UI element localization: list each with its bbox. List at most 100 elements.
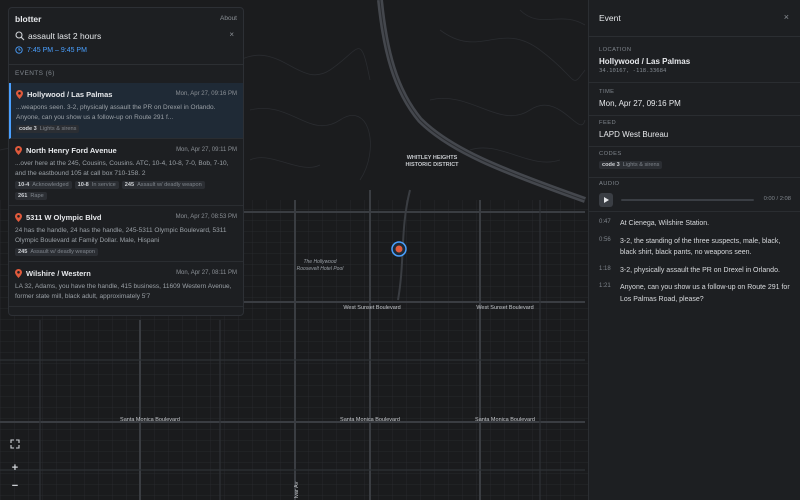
audio-label: AUDIO xyxy=(599,181,620,187)
transcript-line[interactable]: 0:56 3-2, the standing of the three suspe… xyxy=(599,236,791,259)
play-button[interactable] xyxy=(599,193,613,207)
event-time: Mon, Apr 27, 08:11 PM xyxy=(176,270,237,276)
transcript-line[interactable]: 0:47 At Cienega, Wilshire Station. xyxy=(599,218,791,230)
detail-title: Event xyxy=(599,13,621,23)
transcript-line[interactable]: 1:21 Anyone, can you show us a follow-up … xyxy=(599,282,791,305)
zoom-in-button[interactable]: + xyxy=(8,461,22,475)
code-tag: 10-4 Acknowledged xyxy=(15,181,72,189)
event-title: 5311 W Olympic Blvd xyxy=(26,212,102,222)
event-title: North Henry Ford Avenue xyxy=(26,145,117,155)
event-header: North Henry Ford Avenue Mon, Apr 27, 09:1… xyxy=(15,144,237,156)
transcript-text: Anyone, can you show us a follow-up on R… xyxy=(620,284,790,303)
clock-icon xyxy=(15,46,23,54)
audio-scrubber[interactable] xyxy=(621,199,754,201)
search-input[interactable] xyxy=(28,30,218,42)
code-tag-code: 245 xyxy=(18,249,28,255)
event-detail-panel: Event × LOCATION Hollywood / Las Palmas … xyxy=(588,0,800,500)
code-tag-code: 10-4 xyxy=(18,182,30,188)
fullscreen-button[interactable] xyxy=(8,437,22,451)
pin-icon xyxy=(15,268,22,278)
code-tag: 245 Assault w/ deadly weapon xyxy=(121,181,205,189)
street-label-ivar: Ivar Av xyxy=(294,481,300,498)
fullscreen-icon xyxy=(10,439,20,449)
detail-header: Event × xyxy=(589,0,800,37)
event-list-item[interactable]: Wilshire / Western Mon, Apr 27, 08:11 PM L… xyxy=(9,262,243,307)
close-icon[interactable]: × xyxy=(784,12,789,22)
event-snippet: 24 has the handle, 24 has the handle, 24… xyxy=(15,227,227,244)
code-tag-code: 245 xyxy=(124,182,135,188)
street-label-santa-monica-2: Santa Monica Boulevard xyxy=(340,417,400,423)
event-time: Mon, Apr 27, 09:16 PM xyxy=(175,91,237,97)
code-tag: 245 Assault w/ deadly weapon xyxy=(15,248,99,256)
event-time: Mon, Apr 27, 08:53 PM xyxy=(175,214,237,220)
coords-value: 34.10167, -118.33684 xyxy=(599,68,667,74)
event-title: Hollywood / Las Palmas xyxy=(27,89,113,99)
code-tag-desc: Acknowledged xyxy=(32,182,69,188)
app-name: blotter xyxy=(15,14,42,24)
code-tag-desc: Rape xyxy=(30,193,44,199)
time-label: TIME xyxy=(599,89,615,95)
event-time: Mon, Apr 27, 09:11 PM xyxy=(176,147,237,153)
event-header: Wilshire / Western Mon, Apr 27, 08:11 PM xyxy=(15,267,237,279)
search-icon xyxy=(15,31,25,41)
pin-icon xyxy=(15,212,22,222)
feed-value: LAPD West Bureau xyxy=(599,130,669,139)
feed-label: FEED xyxy=(599,120,617,126)
pin-icon xyxy=(16,89,23,99)
search-panel: blotter About × 7:45 PM – 9:45 PM EVENTS… xyxy=(8,7,244,316)
event-list-item[interactable]: North Henry Ford Avenue Mon, Apr 27, 09:1… xyxy=(9,139,243,206)
code-tag-desc: Assault w/ deadly weapon xyxy=(137,182,202,188)
clear-search-icon[interactable]: × xyxy=(229,30,234,39)
time-range-label: 7:45 PM – 9:45 PM xyxy=(27,46,87,54)
transcript-timestamp: 0:47 xyxy=(599,219,611,225)
code-tag-code: code 3 xyxy=(602,162,620,168)
event-marker[interactable] xyxy=(391,241,407,257)
event-tags: 10-4 Acknowledged 10-8 In service 245 Assault… xyxy=(15,181,237,200)
code-tag-desc: Lights & sirens xyxy=(39,126,77,132)
event-header: 5311 W Olympic Blvd Mon, Apr 27, 08:53 PM xyxy=(15,211,237,223)
transcript-text: 3-2, physically assault the PR on Drexel… xyxy=(620,266,780,274)
code-tag: 10-8 In service xyxy=(74,181,119,189)
about-link[interactable]: About xyxy=(220,15,237,22)
code-tag: code 3 Lights & sirens xyxy=(16,125,80,133)
divider xyxy=(589,177,800,178)
event-snippet: LA 32, Adams, you have the handle, 415 b… xyxy=(15,283,232,300)
event-list-item[interactable]: 5311 W Olympic Blvd Mon, Apr 27, 08:53 PM… xyxy=(9,206,243,262)
district-label-1: WHITLEY HEIGHTS xyxy=(407,155,458,161)
divider xyxy=(589,115,800,116)
transcript-timestamp: 0:56 xyxy=(599,236,611,243)
divider xyxy=(589,211,800,212)
event-list: Hollywood / Las Palmas Mon, Apr 27, 09:16… xyxy=(9,83,243,307)
location-field: LOCATION Hollywood / Las Palmas 34.10167… xyxy=(599,47,690,74)
time-value: Mon, Apr 27, 09:16 PM xyxy=(599,99,681,108)
zoom-out-button[interactable]: − xyxy=(8,479,22,493)
event-list-item[interactable]: Hollywood / Las Palmas Mon, Apr 27, 09:16… xyxy=(9,83,243,139)
time-range[interactable]: 7:45 PM – 9:45 PM xyxy=(15,46,87,54)
pin-icon xyxy=(15,145,22,155)
code-tag-desc: Lights & sirens xyxy=(622,162,660,168)
transcript-text: 3-2, the standing of the three suspects,… xyxy=(620,237,781,257)
search-header: blotter About × 7:45 PM – 9:45 PM xyxy=(9,8,243,65)
event-tags: code 3 Lights & sirens xyxy=(16,125,237,133)
transcript-timestamp: 1:18 xyxy=(599,265,611,272)
code-tag: code 3 Lights & sirens xyxy=(599,161,663,169)
street-label-santa-monica-3: Santa Monica Boulevard xyxy=(475,417,535,423)
district-label-2: HISTORIC DISTRICT xyxy=(405,162,459,168)
time-field: TIME Mon, Apr 27, 09:16 PM xyxy=(599,89,681,108)
transcript-text: At Cienega, Wilshire Station. xyxy=(620,220,710,227)
street-label-sunset-2: West Sunset Boulevard xyxy=(476,305,533,311)
audio-field: AUDIO xyxy=(599,181,619,187)
event-snippet: ...weapons seen. 3-2, physically assault… xyxy=(16,104,216,121)
code-tag-code: 261 xyxy=(18,193,28,199)
poi-label-1: The Hollywood xyxy=(303,259,336,265)
transcript: 0:47 At Cienega, Wilshire Station. 0:56 3-2… xyxy=(599,218,791,311)
code-tag-code: 10-8 xyxy=(77,182,89,188)
transcript-line[interactable]: 1:18 3-2, physically assault the PR on Dr… xyxy=(599,265,791,277)
transcript-timestamp: 1:21 xyxy=(599,283,611,289)
poi-label-2: Roosevelt Hotel Pool xyxy=(297,266,345,272)
event-title: Wilshire / Western xyxy=(26,268,91,278)
event-snippet: ...over here at the 245, Cousins, Cousin… xyxy=(15,160,229,177)
code-tag-desc: Assault w/ deadly weapon xyxy=(30,249,96,255)
audio-player: 0:00 / 2:08 xyxy=(599,193,791,207)
audio-time: 0:00 / 2:08 xyxy=(763,196,791,202)
